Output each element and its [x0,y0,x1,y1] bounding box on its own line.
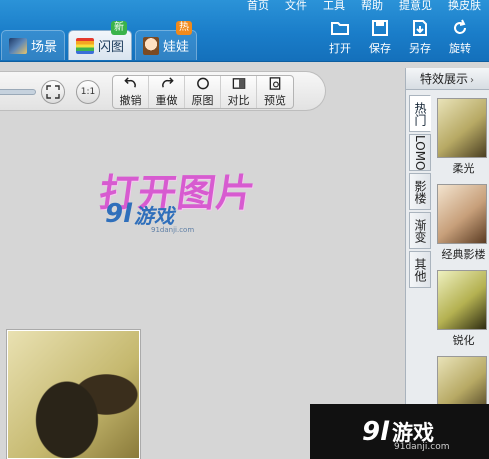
redo-label: 重做 [155,94,178,107]
history-tools: 撤销 重做 原图 对比 预览 [112,75,294,109]
undo-icon [123,77,136,88]
zoom-slider[interactable] [0,89,36,95]
effect-sharpen[interactable]: 锐化 [437,270,489,348]
menu-home[interactable]: 首页 [239,0,277,13]
preview-button[interactable]: 预览 [257,76,293,108]
redo-icon [161,77,174,88]
open-label: 打开 [329,42,351,55]
menu-bar: 首页 文件 工具 帮助 提意见 换皮肤 [239,0,489,13]
menu-skin[interactable]: 换皮肤 [440,0,489,13]
folder-icon [331,22,349,35]
image-thumbnail[interactable] [7,330,140,459]
effect-thumbnail [437,98,487,158]
logo-number: 9l [105,199,133,229]
doll-icon [143,36,160,55]
tab-gradient[interactable]: 渐变 [409,212,431,249]
site-logo: 9l 游戏 [105,199,174,229]
original-button[interactable]: 原图 [185,76,221,108]
tab-doll[interactable]: 娃娃 热 [135,21,198,60]
save-icon [372,20,388,36]
open-button[interactable]: 打开 [320,18,360,60]
panel-title-text: 特效展示 [420,72,469,86]
save-as-icon [413,20,427,36]
watermark-number: 9l [362,416,390,447]
effect-soft-light[interactable]: 柔光 [437,98,489,176]
original-icon [196,77,209,90]
rotate-icon [454,19,466,34]
rotate-button[interactable]: 旋转 [440,18,480,60]
save-button[interactable]: 保存 [360,18,400,60]
tab-studio[interactable]: 影楼 [409,173,431,210]
edit-toolbar: 1:1 撤销 重做 原图 对比 预览 [0,71,326,111]
effect-thumbnail [437,270,487,330]
effect-category-tabs: 热门 LOMO 影楼 渐变 其他 [409,95,431,290]
effect-classic-studio[interactable]: 经典影楼 [437,184,489,262]
original-label: 原图 [191,94,214,107]
menu-help[interactable]: 帮助 [353,0,391,13]
preview-label: 预览 [264,94,286,107]
fit-window-button[interactable] [41,80,65,104]
preview-icon [269,77,281,90]
effect-list: 柔光 经典影楼 锐化 [437,98,489,424]
actual-size-label: 1:1 [80,87,96,97]
menu-tools[interactable]: 工具 [315,0,353,13]
logo-text: 游戏 [134,204,175,228]
tab-other[interactable]: 其他 [409,251,431,288]
rotate-label: 旋转 [449,42,471,55]
hot-badge: 热 [176,21,193,35]
tab-doll-label: 娃娃 [163,40,190,55]
menu-file[interactable]: 文件 [277,0,315,13]
file-actions: 打开 保存 另存 旋转 [320,18,480,60]
compare-button[interactable]: 对比 [221,76,257,108]
mode-tabs: 场景 闪图 新 娃娃 热 [1,21,198,60]
tab-scene[interactable]: 场景 [1,30,66,60]
effect-label: 经典影楼 [441,248,486,261]
effect-label: 柔光 [452,162,475,175]
compare-label: 对比 [227,94,250,107]
logo-url: 91danji.com [151,226,195,234]
new-badge: 新 [111,21,128,35]
tab-scene-label: 场景 [31,40,58,55]
effects-panel: 特效展示 › 热门 LOMO 影楼 渐变 其他 柔光 经典影楼 锐化 [405,68,489,459]
save-label: 保存 [369,42,391,55]
watermark-url: 91danji.com [394,442,450,452]
actual-size-button[interactable]: 1:1 [76,80,100,104]
fit-icon [46,85,60,99]
compare-icon [232,78,245,89]
app-header: 首页 文件 工具 帮助 提意见 换皮肤 场景 闪图 新 娃娃 热 打开 保存 另… [0,0,489,62]
tab-flash[interactable]: 闪图 新 [68,21,133,60]
tab-flash-label: 闪图 [98,40,125,55]
tab-lomo[interactable]: LOMO [409,134,431,171]
menu-feedback[interactable]: 提意见 [391,0,440,13]
effect-thumbnail [437,184,487,244]
chevron-right-icon[interactable]: › [470,75,474,86]
flash-icon [76,37,95,54]
scene-icon [9,37,27,54]
undo-label: 撤销 [119,94,142,107]
undo-button[interactable]: 撤销 [113,76,149,108]
panel-title: 特效展示 › [406,68,489,90]
save-as-label: 另存 [409,42,431,55]
effect-label: 锐化 [452,334,475,347]
redo-button[interactable]: 重做 [149,76,185,108]
tab-hot[interactable]: 热门 [409,95,431,132]
watermark: 9l 游戏 91danji.com [310,404,489,459]
save-as-button[interactable]: 另存 [400,18,440,60]
